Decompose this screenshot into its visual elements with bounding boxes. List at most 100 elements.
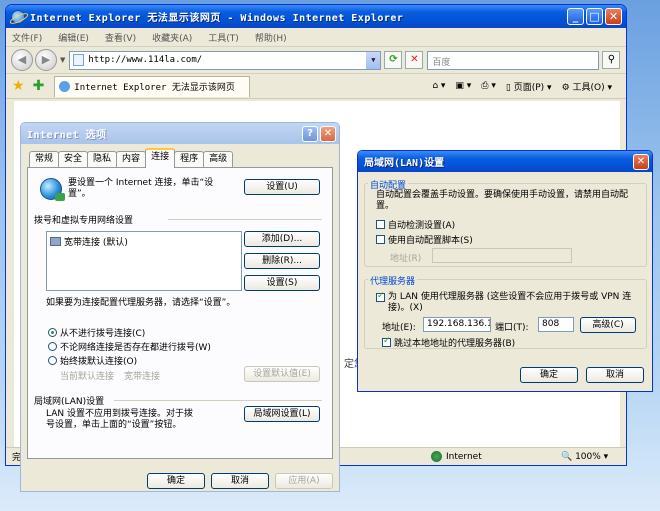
lan-settings-button[interactable]: 局域网设置(L): [244, 406, 320, 422]
menu-bar: 文件(F) 编辑(E) 查看(V) 收藏夹(A) 工具(T) 帮助(H): [6, 28, 626, 47]
set-default-button[interactable]: 设置默认值(E): [244, 366, 320, 382]
proxy-address-input[interactable]: 192.168.136.12: [423, 317, 491, 332]
auto-script-checkbox[interactable]: 使用自动配置脚本(S): [376, 233, 473, 246]
lan-titlebar[interactable]: 局域网(LAN)设置 ✕: [358, 151, 652, 172]
lan-ok-button[interactable]: 确定: [520, 367, 578, 383]
checkbox-label: 为 LAN 使用代理服务器 (这些设置不会应用于拨号或 VPN 连接)。(X): [388, 292, 632, 313]
list-item[interactable]: 宽带连接 (默认): [50, 235, 238, 248]
tab-privacy[interactable]: 隐私: [87, 151, 118, 168]
settings-button[interactable]: 设置(S): [244, 275, 320, 291]
port-label: 端口(T):: [495, 323, 529, 333]
lan-cancel-button[interactable]: 取消: [586, 367, 644, 383]
menu-edit[interactable]: 编辑(E): [58, 31, 89, 44]
tab-general[interactable]: 常规: [29, 151, 60, 168]
current-default-value: 宽带连接: [124, 372, 161, 382]
apply-button[interactable]: 应用(A): [275, 473, 333, 489]
help-button[interactable]: ?: [302, 125, 318, 142]
auto-detect-checkbox[interactable]: 自动检测设置(A): [376, 218, 455, 231]
search-input[interactable]: 百度: [427, 50, 600, 70]
page-menu-label: 页面(P): [513, 82, 545, 93]
radio-circle[interactable]: [48, 328, 57, 337]
back-arrow-icon[interactable]: ◀: [11, 49, 33, 71]
divider: [114, 400, 322, 401]
options-titlebar[interactable]: Internet 选项 ? ✕: [21, 123, 339, 144]
ie-titlebar[interactable]: Internet Explorer 无法显示该网页 - Windows Inte…: [6, 5, 626, 28]
minimize-button[interactable]: _: [567, 8, 584, 25]
advanced-button[interactable]: 高级(C): [580, 317, 636, 333]
favorites-star-icon[interactable]: ★: [12, 78, 25, 94]
proxy-group-title: 代理服务器: [368, 274, 418, 287]
page-icon: [73, 54, 85, 66]
print-icon[interactable]: ⎙ ▾: [481, 81, 496, 91]
radio-label: 不论网络连接是否存在都进行拨号(W): [60, 343, 211, 353]
tools-menu-label: 工具(O): [572, 82, 605, 93]
proxy-address-label: 地址(E):: [382, 323, 416, 333]
search-icon[interactable]: ⚲: [602, 51, 621, 69]
bypass-local-checkbox[interactable]: 跳过本地地址的代理服务器(B): [382, 336, 515, 349]
radio-never-dial[interactable]: 从不进行拨号连接(C): [48, 326, 145, 339]
ie-window-title: Internet Explorer 无法显示该网页 - Windows Inte…: [30, 13, 404, 24]
checkbox-label: 自动检测设置(A): [388, 221, 456, 231]
browser-tab[interactable]: Internet Explorer 无法显示该网页: [54, 75, 251, 97]
use-proxy-checkbox[interactable]: 为 LAN 使用代理服务器 (这些设置不会应用于拨号或 VPN 连接)。(X): [376, 291, 644, 314]
add-favorite-icon[interactable]: ✚: [33, 78, 45, 94]
maximize-button[interactable]: □: [586, 8, 603, 25]
tab-security[interactable]: 安全: [58, 151, 89, 168]
ok-button[interactable]: 确定: [147, 473, 205, 489]
add-button[interactable]: 添加(D)...: [244, 231, 320, 247]
delete-button[interactable]: 删除(R)...: [244, 253, 320, 269]
menu-view[interactable]: 查看(V): [105, 31, 136, 44]
options-close-button[interactable]: ✕: [320, 125, 336, 142]
checkbox-box[interactable]: [376, 291, 385, 302]
checkbox-label: 使用自动配置脚本(S): [388, 236, 473, 246]
address-dropdown-icon[interactable]: ▼: [366, 51, 381, 69]
radio-circle[interactable]: [48, 342, 57, 351]
connection-list[interactable]: 宽带连接 (默认): [46, 231, 242, 291]
connection-globe-icon: [40, 178, 65, 201]
radio-circle[interactable]: [48, 356, 57, 365]
radio-always-dial[interactable]: 始终拨默认连接(O): [48, 354, 137, 367]
tab-title: Internet Explorer 无法显示该网页: [74, 83, 235, 93]
zoom-value: 100%: [575, 451, 601, 462]
lan-close-button[interactable]: ✕: [633, 153, 649, 170]
network-connection-icon: [50, 237, 61, 246]
radio-dial-whenever[interactable]: 不论网络连接是否存在都进行拨号(W): [48, 340, 211, 353]
checkbox-box[interactable]: [382, 336, 391, 347]
script-address-label: 地址(R): [390, 254, 422, 264]
connections-panel: 要设置一个 Internet 连接，单击“设置”。 设置(U) 拨号和虚拟专用网…: [27, 167, 333, 459]
lan-group-title: 局域网(LAN)设置: [34, 397, 105, 407]
script-address-input[interactable]: [432, 248, 572, 263]
connection-name: 宽带连接 (默认): [64, 238, 128, 248]
menu-tools[interactable]: 工具(T): [208, 31, 239, 44]
port-input[interactable]: 808: [538, 317, 574, 332]
tab-connections[interactable]: 连接: [145, 148, 176, 168]
cancel-button[interactable]: 取消: [211, 473, 269, 489]
setup-button[interactable]: 设置(U): [244, 179, 320, 195]
checkbox-box[interactable]: [376, 235, 385, 244]
security-zone: Internet: [431, 451, 482, 462]
history-dropdown-icon[interactable]: ▼: [60, 56, 65, 64]
divider: [168, 219, 322, 220]
checkbox-box[interactable]: [376, 220, 385, 229]
close-button[interactable]: ✕: [605, 8, 622, 25]
page-menu[interactable]: ▯ 页面(P) ▾: [506, 80, 552, 93]
refresh-icon[interactable]: ⟳: [384, 51, 403, 69]
tab-programs[interactable]: 程序: [174, 151, 205, 168]
internet-zone-icon: [431, 451, 442, 462]
menu-favorites[interactable]: 收藏夹(A): [152, 31, 192, 44]
options-tabs: 常规 安全 隐私 内容 连接 程序 高级: [29, 148, 234, 168]
current-default-label: 当前默认连接: [60, 372, 115, 382]
menu-help[interactable]: 帮助(H): [255, 31, 287, 44]
tab-advanced[interactable]: 高级: [203, 151, 234, 168]
address-bar[interactable]: http://www.114la.com/ ▼: [69, 50, 382, 70]
checkbox-label: 跳过本地地址的代理服务器(B): [394, 339, 516, 349]
stop-icon[interactable]: ✕: [405, 51, 424, 69]
tools-menu[interactable]: ⚙ 工具(O) ▾: [562, 80, 612, 93]
menu-file[interactable]: 文件(F): [12, 31, 42, 44]
zoom-level[interactable]: 🔍 100% ▾: [561, 452, 608, 462]
home-icon[interactable]: ⌂ ▾: [432, 81, 445, 91]
options-title: Internet 选项: [27, 130, 107, 141]
feeds-icon[interactable]: ▣ ▾: [455, 81, 471, 91]
forward-arrow-icon[interactable]: ▶: [35, 49, 57, 71]
tab-content[interactable]: 内容: [116, 151, 147, 168]
